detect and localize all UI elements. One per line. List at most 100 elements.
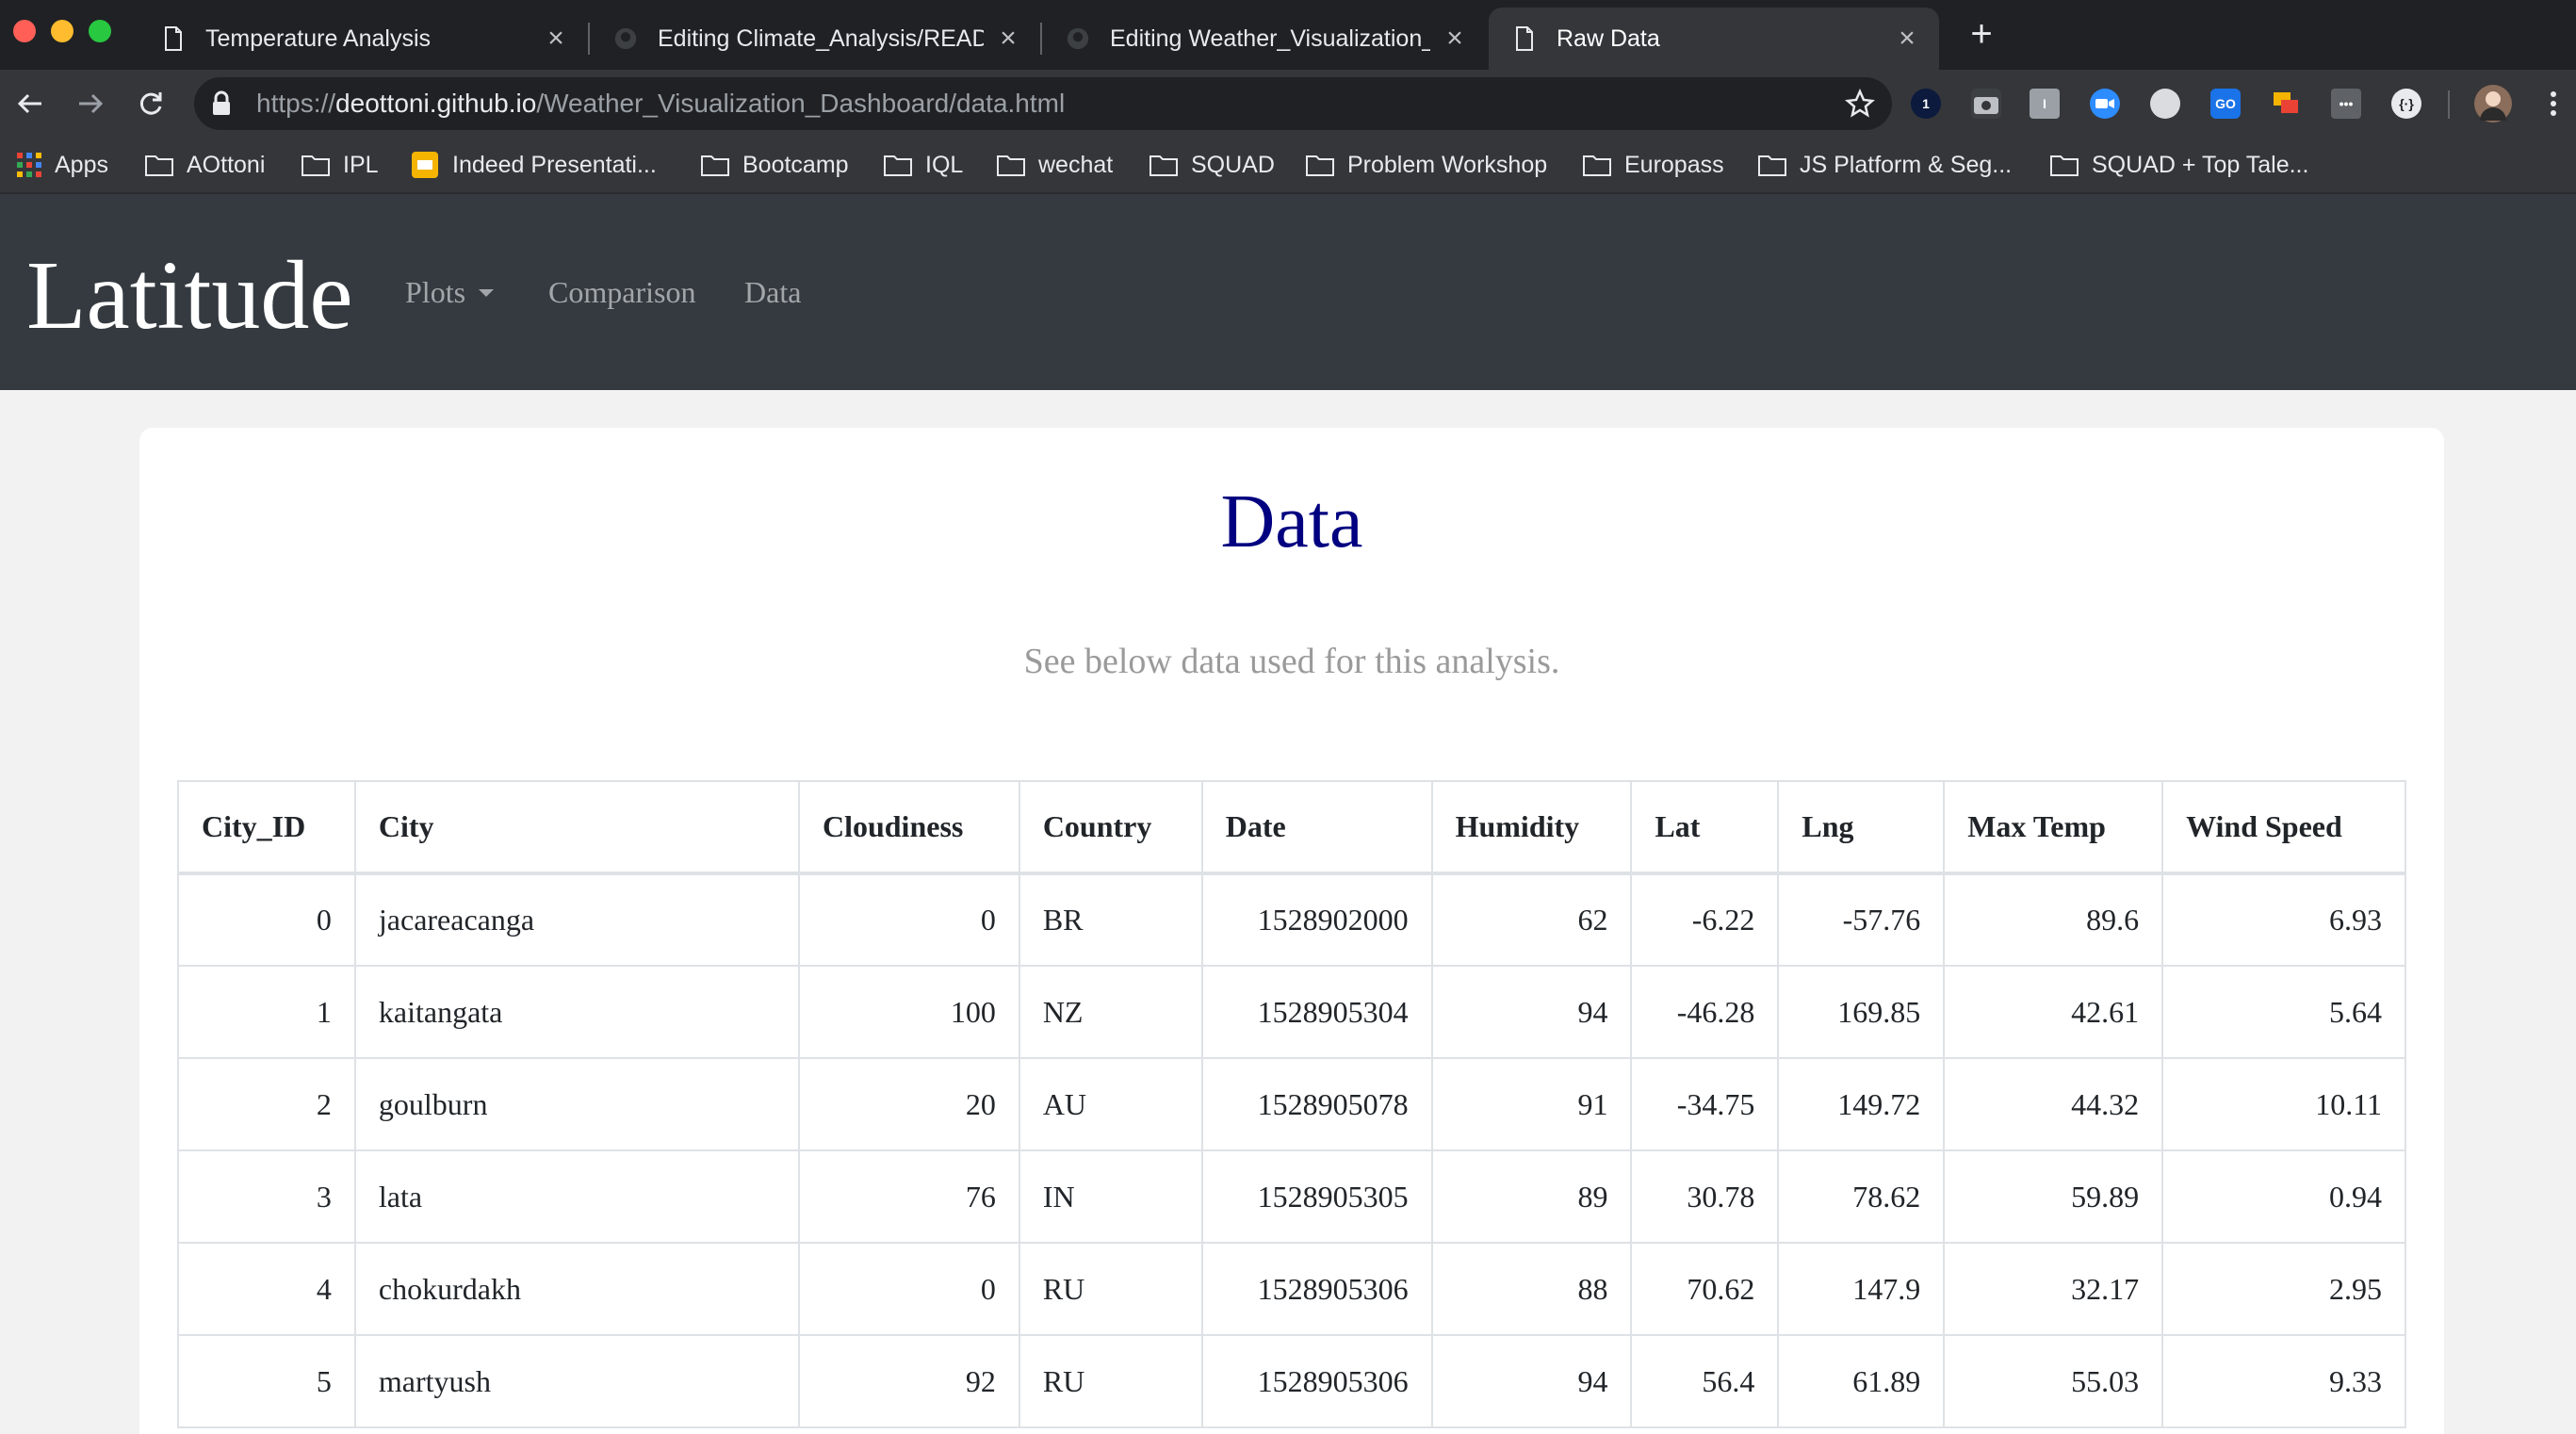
bookmark-iql[interactable]: IQL xyxy=(884,138,963,192)
camera-icon[interactable] xyxy=(1971,89,2001,119)
url-text: https://deottoni.github.io/Weather_Visua… xyxy=(256,89,1065,119)
column-header: Wind Speed xyxy=(2161,780,2406,875)
column-header: City_ID xyxy=(177,780,356,875)
bookmark-wechat[interactable]: wechat xyxy=(997,138,1113,192)
toolbar-separator xyxy=(2448,90,2450,119)
bookmark-problem-workshop[interactable]: Problem Workshop xyxy=(1306,138,1547,192)
dots-ext-icon[interactable]: ••• xyxy=(2331,89,2361,119)
bracket-ext-icon[interactable]: {·} xyxy=(2391,89,2421,119)
table-cell: 62 xyxy=(1430,872,1633,967)
site-navbar: Latitude Plots Comparison Data xyxy=(0,194,2576,390)
column-header: Humidity xyxy=(1430,780,1633,875)
back-arrow-icon[interactable] xyxy=(9,83,51,124)
table-cell: 1528902000 xyxy=(1200,872,1433,967)
bookmark-star-icon[interactable] xyxy=(1845,88,1875,123)
folder-icon xyxy=(997,154,1025,176)
tab-editing-climate-analysis[interactable]: Editing Climate_Analysis/READ × xyxy=(590,8,1040,70)
window-minimize-button[interactable] xyxy=(51,20,73,42)
reload-icon[interactable] xyxy=(130,83,171,124)
window-close-button[interactable] xyxy=(13,20,36,42)
table-cell: 4 xyxy=(177,1242,356,1336)
brand-logo[interactable]: Latitude xyxy=(26,247,353,345)
table-cell: 30.78 xyxy=(1630,1149,1780,1244)
folder-icon xyxy=(1149,154,1178,176)
nav-data[interactable]: Data xyxy=(744,275,801,310)
table-cell: kaitangata xyxy=(353,965,800,1059)
bookmark-label: IQL xyxy=(925,151,964,178)
new-tab-plus-icon[interactable]: + xyxy=(1962,15,2001,55)
tab-close-icon[interactable]: × xyxy=(995,23,1021,54)
ext-circle-icon[interactable] xyxy=(2150,89,2180,119)
table-cell: goulburn xyxy=(353,1057,800,1151)
table-cell: 32.17 xyxy=(1943,1242,2164,1336)
bookmark-label: Apps xyxy=(55,151,108,178)
tab-editing-weather-visualization[interactable]: Editing Weather_Visualization_ × xyxy=(1042,8,1487,70)
bookmark-aottoni[interactable]: AOttoni xyxy=(145,138,265,192)
column-header: City xyxy=(353,780,800,875)
bookmark-squad[interactable]: SQUAD xyxy=(1149,138,1275,192)
address-bar[interactable]: https://deottoni.github.io/Weather_Visua… xyxy=(194,77,1892,130)
table-cell: 42.61 xyxy=(1943,965,2164,1059)
page-icon xyxy=(162,25,185,52)
profile-avatar[interactable] xyxy=(2474,85,2512,122)
bookmark-label: SQUAD + Top Tale... xyxy=(2092,151,2309,178)
nav-plots-label: Plots xyxy=(405,275,466,309)
bookmark-squad-top-talent[interactable]: SQUAD + Top Tale... xyxy=(2050,138,2308,192)
tab-raw-data[interactable]: Raw Data × xyxy=(1489,8,1939,70)
table-cell: 70.62 xyxy=(1630,1242,1780,1336)
bookmark-label: wechat xyxy=(1038,151,1114,178)
ext-i-icon[interactable]: I xyxy=(2030,89,2060,119)
folder-icon xyxy=(145,154,173,176)
bookmark-apps[interactable]: Apps xyxy=(17,138,108,192)
tab-title: Editing Weather_Visualization_ xyxy=(1110,24,1430,52)
table-cell: 9.33 xyxy=(2161,1334,2406,1428)
bookmark-ipl[interactable]: IPL xyxy=(302,138,379,192)
forward-arrow-icon[interactable] xyxy=(70,83,111,124)
folder-icon xyxy=(884,154,912,176)
slides-ext-icon[interactable] xyxy=(2271,89,2301,119)
url-scheme: https:// xyxy=(256,89,336,118)
slides-icon xyxy=(411,151,439,179)
bookmark-bootcamp[interactable]: Bootcamp xyxy=(701,138,849,192)
bookmark-js-platform[interactable]: JS Platform & Seg... xyxy=(1758,138,2012,192)
table-cell: AU xyxy=(1018,1057,1203,1151)
table-cell: 0 xyxy=(797,872,1020,967)
page-subtitle: See below data used for this analysis. xyxy=(1023,642,1560,681)
table-cell: 61.89 xyxy=(1777,1334,1946,1428)
table-cell: martyush xyxy=(353,1334,800,1428)
table-cell: 1 xyxy=(177,965,356,1059)
bookmark-label: Problem Workshop xyxy=(1347,151,1548,178)
table-row: 0 jacareacanga 0 BR 1528902000 62 -6.22 … xyxy=(177,872,2406,967)
table-cell: 3 xyxy=(177,1149,356,1244)
tab-close-icon[interactable]: × xyxy=(1894,23,1920,54)
window-maximize-button[interactable] xyxy=(89,20,111,42)
table-cell: 6.93 xyxy=(2161,872,2406,967)
bookmark-europass[interactable]: Europass xyxy=(1583,138,1724,192)
url-host: deottoni.github.io xyxy=(335,89,537,118)
zoom-icon[interactable] xyxy=(2090,89,2120,119)
bookmark-indeed-presentation[interactable]: Indeed Presentati... xyxy=(411,138,657,192)
table-row: 3 lata 76 IN 1528905305 89 30.78 78.62 5… xyxy=(177,1149,2406,1244)
caret-down-icon xyxy=(479,289,495,297)
table-cell: 94 xyxy=(1430,1334,1633,1428)
1password-icon[interactable]: 1 xyxy=(1911,89,1941,119)
table-cell: 147.9 xyxy=(1777,1242,1946,1336)
table-cell: chokurdakh xyxy=(353,1242,800,1336)
kebab-menu-icon[interactable] xyxy=(2538,89,2568,119)
tab-temperature-analysis[interactable]: Temperature Analysis × xyxy=(138,8,588,70)
nav-comparison[interactable]: Comparison xyxy=(548,275,695,310)
table-cell: 5 xyxy=(177,1334,356,1428)
column-header: Max Temp xyxy=(1943,780,2164,875)
nav-plots-dropdown[interactable]: Plots xyxy=(405,275,495,310)
table-cell: jacareacanga xyxy=(353,872,800,967)
browser-toolbar: https://deottoni.github.io/Weather_Visua… xyxy=(0,70,2576,138)
tab-close-icon[interactable]: × xyxy=(543,23,569,54)
table-cell: -34.75 xyxy=(1630,1057,1780,1151)
bookmark-label: IPL xyxy=(343,151,379,178)
table-cell: 0.94 xyxy=(2161,1149,2406,1244)
table-cell: 1528905304 xyxy=(1200,965,1433,1059)
table-cell: NZ xyxy=(1018,965,1203,1059)
bookmarks-bar: Apps AOttoni IPL Indeed Presentati... Bo… xyxy=(0,138,2576,194)
tab-close-icon[interactable]: × xyxy=(1442,23,1468,54)
go-icon[interactable]: GO xyxy=(2210,89,2241,119)
